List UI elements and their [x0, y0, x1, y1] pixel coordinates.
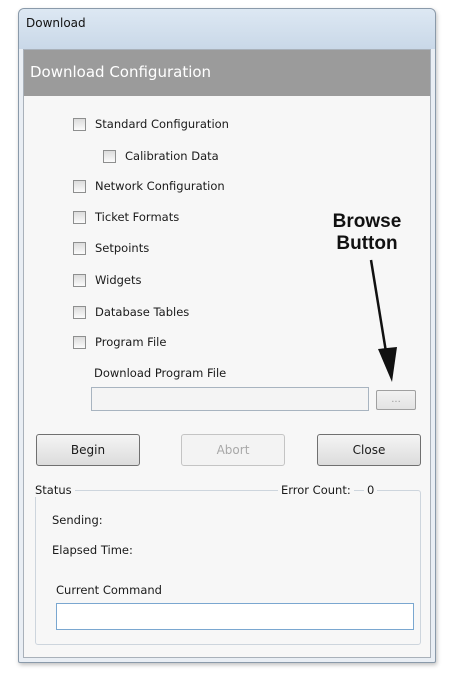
annotation-arrow-icon — [369, 259, 397, 382]
arrow-head — [378, 347, 397, 382]
arrow-shaft — [369, 259, 388, 353]
